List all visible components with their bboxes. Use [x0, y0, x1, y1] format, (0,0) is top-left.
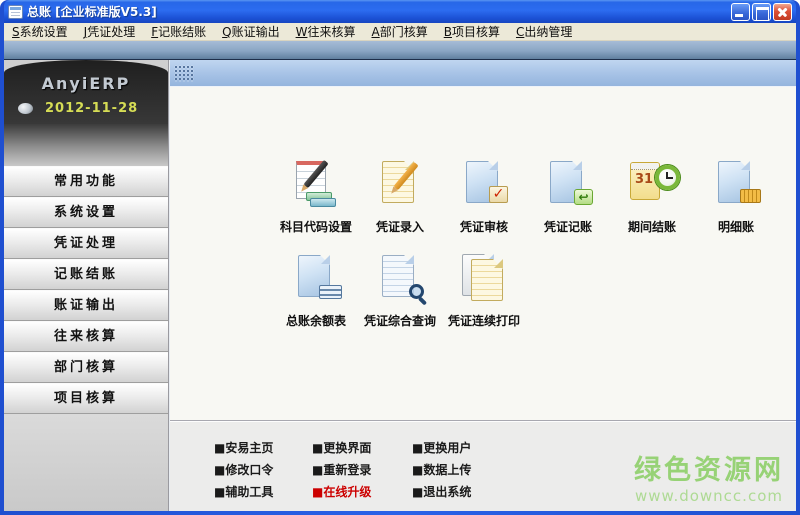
feature-voucher-entry[interactable]: 凭证录入	[358, 157, 442, 235]
document-post-icon	[542, 157, 594, 209]
feature-label: 期间结账	[627, 220, 676, 234]
sidebar-filler	[4, 414, 168, 511]
menu-system-settings[interactable]: S系统设置	[4, 22, 76, 41]
feature-label: 总账余额表	[285, 314, 346, 328]
link-anyi-homepage[interactable]: ■安易主页	[214, 437, 312, 459]
feature-voucher-continuous-print[interactable]: 凭证连续打印	[442, 251, 526, 329]
close-button[interactable]	[773, 2, 792, 21]
feature-label: 凭证连续打印	[447, 314, 520, 328]
sidebar-item-bookkeeping-closing[interactable]: 记账结账	[4, 259, 168, 290]
menu-ledger-output[interactable]: Q账证输出	[214, 22, 287, 41]
document-check-icon	[458, 157, 510, 209]
feature-label: 凭证记账	[543, 220, 592, 234]
notepad-pencil-money-icon	[290, 157, 342, 209]
feature-label: 明细账	[717, 220, 754, 234]
main-header-band	[170, 60, 796, 87]
clock-icon	[18, 103, 33, 114]
sidebar-item-project-accounting[interactable]: 项目核算	[4, 383, 168, 414]
sidebar-item-current-accounts[interactable]: 往来核算	[4, 321, 168, 352]
feature-voucher-audit[interactable]: 凭证审核	[442, 157, 526, 235]
link-exit-system[interactable]: ■退出系统	[412, 481, 522, 503]
menu-current-accounts[interactable]: W往来核算	[288, 22, 364, 41]
app-window: 总账 [企业标准版V5.3] S系统设置 J凭证处理 F记账结账 Q账证输出 W…	[0, 0, 800, 515]
sidebar-gradient	[4, 124, 168, 166]
sidebar: AnyiERP 2012-11-28 常用功能 系统设置 凭证处理 记账结账 账…	[4, 60, 169, 511]
title-bar: 总账 [企业标准版V5.3]	[4, 0, 796, 23]
link-data-upload[interactable]: ■数据上传	[412, 459, 522, 481]
calendar-day: 31	[635, 172, 654, 187]
main-area: 科目代码设置 凭证录入 凭证审核	[169, 60, 796, 511]
feature-subject-code-setup[interactable]: 科目代码设置	[274, 157, 358, 235]
link-change-password[interactable]: ■修改口令	[214, 459, 312, 481]
sidebar-item-ledger-output[interactable]: 账证输出	[4, 290, 168, 321]
link-relogin[interactable]: ■重新登录	[312, 459, 412, 481]
quick-links: ■安易主页 ■修改口令 ■辅助工具 ■更换界面 ■重新登录 ■在线升级 ■更换用…	[214, 437, 522, 503]
menu-voucher-processing[interactable]: J凭证处理	[76, 22, 144, 41]
link-switch-user[interactable]: ■更换用户	[412, 437, 522, 459]
sidebar-header: AnyiERP 2012-11-28	[4, 60, 168, 124]
calendar-clock-icon: 31	[626, 157, 680, 209]
menu-bar: S系统设置 J凭证处理 F记账结账 Q账证输出 W往来核算 A部门核算 B项目核…	[4, 23, 796, 41]
brand-logo: AnyiERP	[41, 74, 131, 93]
sidebar-item-system-settings[interactable]: 系统设置	[4, 197, 168, 228]
feature-ledger-balance-table[interactable]: 总账余额表	[274, 251, 358, 329]
feature-icon-grid: 科目代码设置 凭证录入 凭证审核	[274, 157, 784, 345]
documents-stack-icon	[458, 251, 510, 303]
menu-bookkeeping-closing[interactable]: F记账结账	[143, 22, 214, 41]
sidebar-item-common-functions[interactable]: 常用功能	[4, 166, 168, 197]
feature-label: 凭证综合查询	[363, 314, 436, 328]
footer-panel: ■安易主页 ■修改口令 ■辅助工具 ■更换界面 ■重新登录 ■在线升级 ■更换用…	[170, 420, 796, 511]
window-title: 总账 [企业标准版V5.3]	[27, 5, 157, 19]
document-pencil-icon	[374, 157, 426, 209]
watermark-url: www.downcc.com	[635, 487, 783, 505]
feature-detail-ledger[interactable]: 明细账	[694, 157, 778, 235]
watermark: 绿色资源网 www.downcc.com	[634, 448, 784, 505]
workspace: 科目代码设置 凭证录入 凭证审核	[170, 87, 796, 420]
maximize-button[interactable]	[752, 2, 771, 21]
link-online-upgrade[interactable]: ■在线升级	[312, 481, 412, 503]
feature-label: 凭证录入	[375, 220, 424, 234]
document-magnifier-icon	[374, 251, 428, 306]
document-abacus-icon	[710, 157, 762, 209]
sidebar-item-department-accounting[interactable]: 部门核算	[4, 352, 168, 383]
menu-project-accounting[interactable]: B项目核算	[436, 22, 508, 41]
current-date: 2012-11-28	[45, 101, 139, 116]
toolbar-band	[4, 41, 796, 60]
link-change-skin[interactable]: ■更换界面	[312, 437, 412, 459]
drag-handle-icon[interactable]	[174, 64, 194, 82]
feature-label: 科目代码设置	[279, 220, 352, 234]
menu-cashier-management[interactable]: C出纳管理	[508, 22, 580, 41]
feature-voucher-posting[interactable]: 凭证记账	[526, 157, 610, 235]
feature-label: 凭证审核	[459, 220, 508, 234]
link-auxiliary-tools[interactable]: ■辅助工具	[214, 481, 312, 503]
sidebar-item-voucher-processing[interactable]: 凭证处理	[4, 228, 168, 259]
feature-voucher-query[interactable]: 凭证综合查询	[358, 251, 442, 329]
app-icon	[8, 4, 23, 19]
watermark-site: 绿色资源网	[634, 455, 784, 486]
minimize-button[interactable]	[731, 2, 750, 21]
menu-department-accounting[interactable]: A部门核算	[363, 22, 435, 41]
document-table-icon	[290, 251, 342, 303]
feature-period-closing[interactable]: 31 期间结账	[610, 157, 694, 235]
